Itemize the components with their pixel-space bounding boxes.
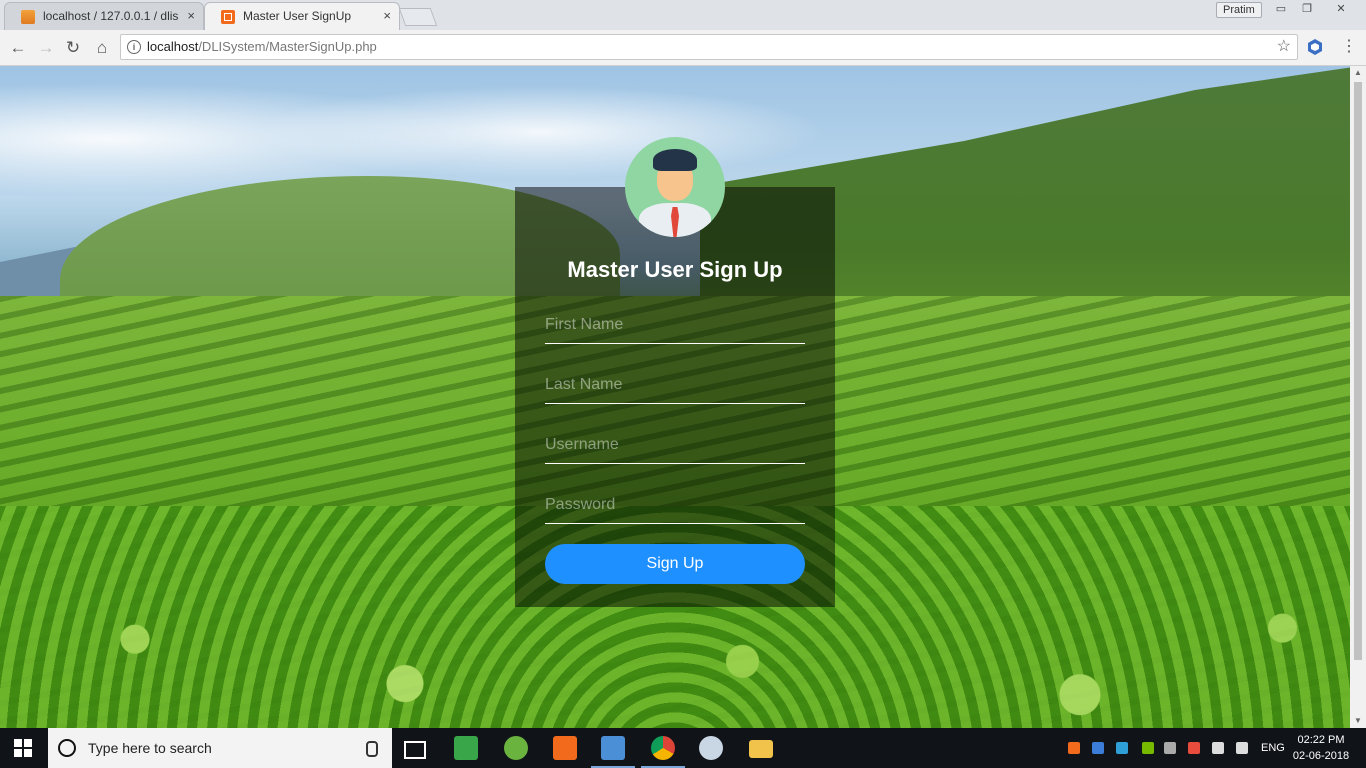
signup-button[interactable]: Sign Up	[545, 544, 805, 584]
signup-form: Master User Sign Up Sign Up	[515, 137, 835, 607]
taskbar: Type here to search ENG 02:22 PM 02-06-2…	[0, 728, 1366, 768]
xampp-icon	[221, 10, 235, 24]
profile-button[interactable]: Pratim	[1216, 2, 1262, 18]
clock-date: 02-06-2018	[1292, 750, 1350, 762]
chrome-icon[interactable]	[641, 736, 685, 768]
browser-toolbar: ← → ↻ ⌂ i localhost/DLISystem/MasterSign…	[0, 30, 1366, 66]
new-tab-button[interactable]	[398, 8, 438, 26]
language-indicator[interactable]: ENG	[1261, 728, 1285, 768]
tab-phpmyadmin[interactable]: localhost / 127.0.0.1 / dlis ×	[4, 2, 204, 30]
extension-cube-icon[interactable]	[1307, 38, 1323, 56]
avatar-hair	[653, 149, 697, 171]
scroll-up-icon[interactable]: ▲	[1350, 66, 1366, 80]
volume-icon[interactable]	[1236, 742, 1248, 754]
tab-title: localhost / 127.0.0.1 / dlis	[43, 9, 179, 23]
form-title: Master User Sign Up	[567, 257, 783, 282]
scroll-thumb[interactable]	[1354, 82, 1362, 660]
close-tab-icon[interactable]: ×	[187, 3, 195, 29]
tab-master-signup[interactable]: Master User SignUp ×	[204, 2, 400, 30]
windows-start-icon[interactable]	[14, 739, 32, 757]
defender-tray-icon[interactable]	[1188, 742, 1200, 754]
task-view-icon[interactable]	[404, 741, 426, 759]
tab-title: Master User SignUp	[243, 9, 352, 23]
last-name-field[interactable]	[545, 367, 805, 404]
url-host: localhost	[147, 39, 199, 54]
reload-icon[interactable]: ↻	[63, 38, 83, 58]
microphone-icon[interactable]	[366, 741, 378, 757]
cortana-icon	[58, 739, 76, 757]
menu-icon[interactable]: ⋮	[1341, 37, 1357, 57]
file-explorer-icon[interactable]	[749, 740, 773, 758]
nvidia-tray-icon[interactable]	[1142, 742, 1154, 754]
back-icon[interactable]: ←	[8, 38, 28, 58]
password-field[interactable]	[545, 487, 805, 524]
taskbar-search[interactable]: Type here to search	[48, 728, 392, 768]
scroll-down-icon[interactable]: ▼	[1350, 714, 1366, 728]
home-icon[interactable]: ⌂	[92, 38, 112, 58]
username-field[interactable]	[545, 427, 805, 464]
paint-icon[interactable]	[699, 736, 723, 760]
sync-tray-icon[interactable]	[1092, 742, 1104, 754]
page-background: Master User Sign Up Sign Up	[0, 66, 1350, 728]
forward-icon[interactable]: →	[36, 38, 56, 58]
notepad-icon[interactable]	[454, 736, 478, 760]
bookmark-star-icon[interactable]: ☆	[1277, 36, 1291, 58]
clock-time: 02:22 PM	[1297, 734, 1345, 746]
utorrent-icon[interactable]	[504, 736, 528, 760]
tab-strip: localhost / 127.0.0.1 / dlis × Master Us…	[0, 0, 1366, 30]
phpmyadmin-icon	[21, 10, 35, 24]
taskbar-search-placeholder: Type here to search	[88, 740, 212, 756]
clock[interactable]: 02:22 PM 02-06-2018	[1286, 732, 1356, 764]
virtualbox-icon[interactable]	[591, 736, 635, 768]
maximize-button[interactable]: ❐	[1296, 2, 1318, 16]
url-path: /DLISystem/MasterSignUp.php	[198, 39, 377, 54]
url-text[interactable]: localhost/DLISystem/MasterSignUp.php	[147, 35, 377, 59]
page-scrollbar[interactable]: ▲ ▼	[1350, 66, 1366, 728]
close-window-button[interactable]: ✕	[1330, 2, 1352, 16]
info-icon[interactable]: i	[127, 40, 141, 54]
close-tab-icon[interactable]: ×	[383, 3, 391, 29]
keyboard-tray-icon[interactable]	[1164, 742, 1176, 754]
xampp-icon[interactable]	[553, 736, 577, 760]
address-bar[interactable]: i localhost/DLISystem/MasterSignUp.php ☆	[120, 34, 1298, 60]
minimize-button[interactable]: ▭	[1270, 2, 1292, 16]
first-name-field[interactable]	[545, 307, 805, 344]
avatar	[625, 137, 725, 237]
network-monitor-tray-icon[interactable]	[1116, 742, 1128, 754]
usb-tray-icon[interactable]	[1212, 742, 1224, 754]
xampp-tray-icon[interactable]	[1068, 742, 1080, 754]
